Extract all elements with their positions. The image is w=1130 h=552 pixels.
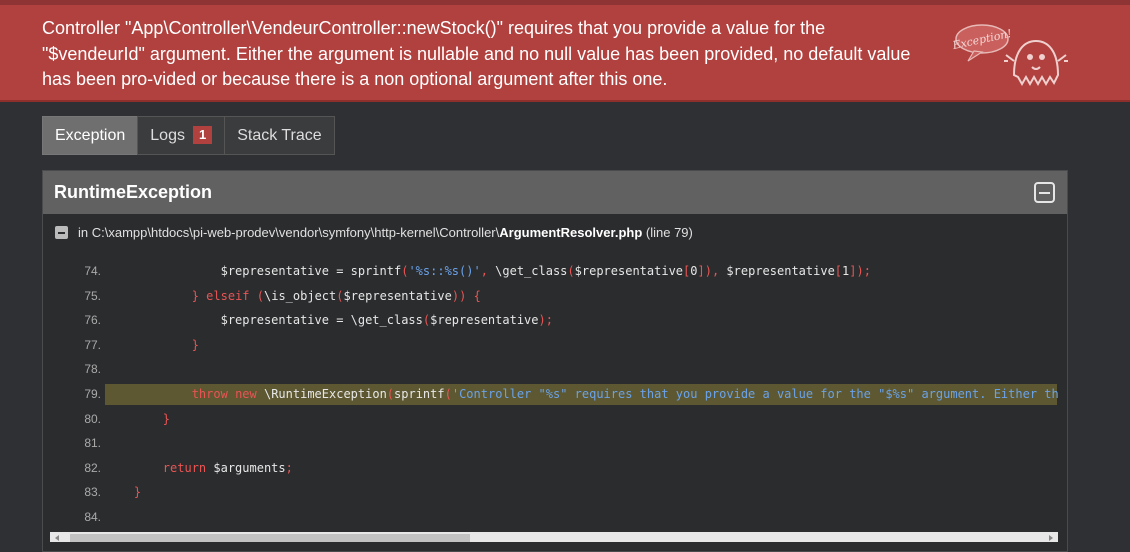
code-text: throw new \RuntimeException(sprintf('Con…: [191, 386, 1059, 401]
code-line: 82. return $arguments;: [43, 456, 1065, 481]
line-number: 78.: [84, 362, 101, 377]
line-number: 76.: [84, 313, 101, 328]
file-path-prefix: in C:\xampp\htdocs\pi-web-prodev\vendor\…: [78, 225, 500, 240]
tab-exception-label: Exception: [55, 127, 126, 144]
line-number: 82.: [84, 460, 101, 475]
exception-class-title: RuntimeException: [54, 182, 213, 202]
tab-logs[interactable]: Logs 1: [137, 116, 226, 155]
exception-ghost-icon: Exception!: [952, 24, 1068, 87]
line-number: 79.: [84, 386, 101, 401]
line-number: 74.: [84, 264, 101, 278]
code-text: }: [191, 337, 199, 352]
code-line: 75. } elseif (\is_object($representative…: [43, 284, 1065, 309]
tab-logs-label: Logs: [150, 127, 185, 144]
code-line: 76. $representative = \get_class($repres…: [43, 308, 1065, 333]
collapse-panel-icon[interactable]: [1034, 182, 1055, 203]
line-number: 84.: [84, 509, 101, 524]
exception-panel: RuntimeException in C:\xampp\htdocs\pi-w…: [42, 170, 1068, 552]
exception-message: Controller "App\Controller\VendeurContro…: [42, 18, 911, 89]
code-excerpt: 74. $representative = sprintf('%s::%s()'…: [43, 259, 1065, 531]
code-line: 80. }: [43, 407, 1065, 432]
scroll-right-arrow-icon[interactable]: [1049, 535, 1053, 541]
code-text: return $arguments;: [162, 460, 293, 475]
tab-bar: Exception Logs 1 Stack Trace: [42, 116, 335, 155]
exception-header: Controller "App\Controller\VendeurContro…: [0, 5, 1130, 102]
collapse-code-icon[interactable]: [55, 226, 68, 239]
code-line: 78.: [43, 357, 1065, 382]
code-line: 84.: [43, 505, 1065, 530]
code-line-highlighted: 79. throw new \RuntimeException(sprintf(…: [43, 382, 1065, 407]
tab-stack-trace-label: Stack Trace: [237, 127, 322, 144]
code-text: $representative = \get_class($representa…: [105, 313, 553, 328]
code-text: $representative = sprintf('%s::%s()', \g…: [105, 264, 871, 278]
code-text: } elseif (\is_object($representative)) {: [191, 288, 481, 303]
scrollbar-thumb[interactable]: [70, 534, 470, 542]
horizontal-scrollbar[interactable]: [50, 532, 1058, 542]
code-line: 83. }: [43, 480, 1065, 505]
code-line: 74. $representative = sprintf('%s::%s()'…: [43, 259, 1065, 284]
line-number: 83.: [84, 485, 101, 500]
line-number: 80.: [84, 411, 101, 426]
line-number: 81.: [84, 436, 101, 451]
file-name: ArgumentResolver.php: [499, 225, 643, 240]
file-line-number: (line 79): [642, 225, 693, 240]
line-number: 77.: [84, 337, 101, 352]
exception-panel-header: RuntimeException: [43, 171, 1067, 214]
tab-stack-trace[interactable]: Stack Trace: [224, 116, 335, 155]
logs-count-badge: 1: [192, 126, 213, 144]
line-number: 75.: [84, 288, 101, 303]
scroll-left-arrow-icon[interactable]: [55, 535, 59, 541]
code-line: 81.: [43, 431, 1065, 456]
tab-exception[interactable]: Exception: [42, 116, 139, 155]
code-text: }: [133, 485, 142, 500]
trace-file-line: in C:\xampp\htdocs\pi-web-prodev\vendor\…: [43, 224, 693, 242]
code-line: 77. }: [43, 333, 1065, 358]
code-text: }: [162, 411, 171, 426]
